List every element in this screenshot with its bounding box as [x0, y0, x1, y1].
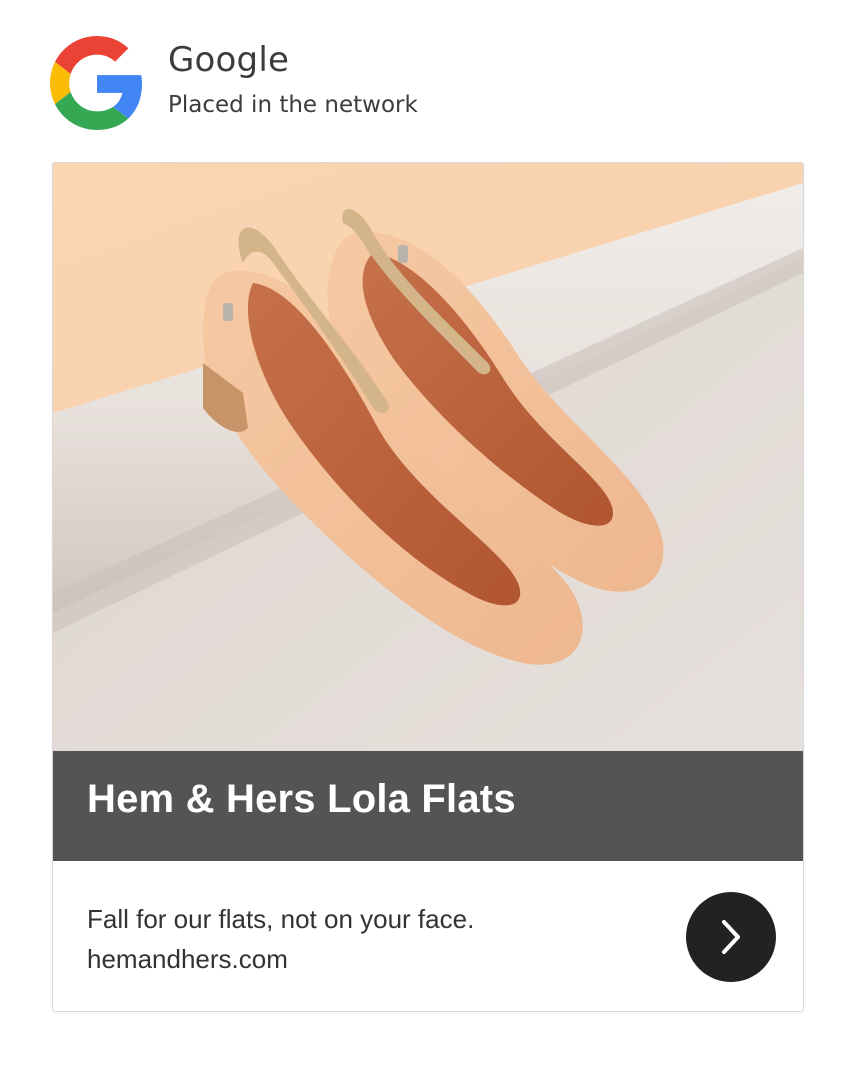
- ad-headline[interactable]: Hem & Hers Lola Flats: [87, 777, 516, 822]
- advertiser-name: Google: [168, 40, 290, 80]
- ad-card[interactable]: Hem & Hers Lola Flats Fall for our flats…: [52, 162, 804, 1012]
- open-ad-button[interactable]: [686, 892, 776, 982]
- placement-subtitle: Placed in the network: [168, 92, 418, 118]
- google-g-icon: [50, 36, 143, 130]
- headline-bar: Hem & Hers Lola Flats: [53, 751, 803, 861]
- product-image[interactable]: [53, 163, 803, 751]
- chevron-right-icon: [722, 920, 740, 954]
- ad-display-url[interactable]: hemandhers.com: [87, 939, 474, 979]
- ad-description: Fall for our flats, not on your face.: [87, 904, 475, 934]
- advertiser-header: Google Placed in the network: [50, 36, 810, 132]
- ad-body: Fall for our flats, not on your face. he…: [87, 899, 474, 979]
